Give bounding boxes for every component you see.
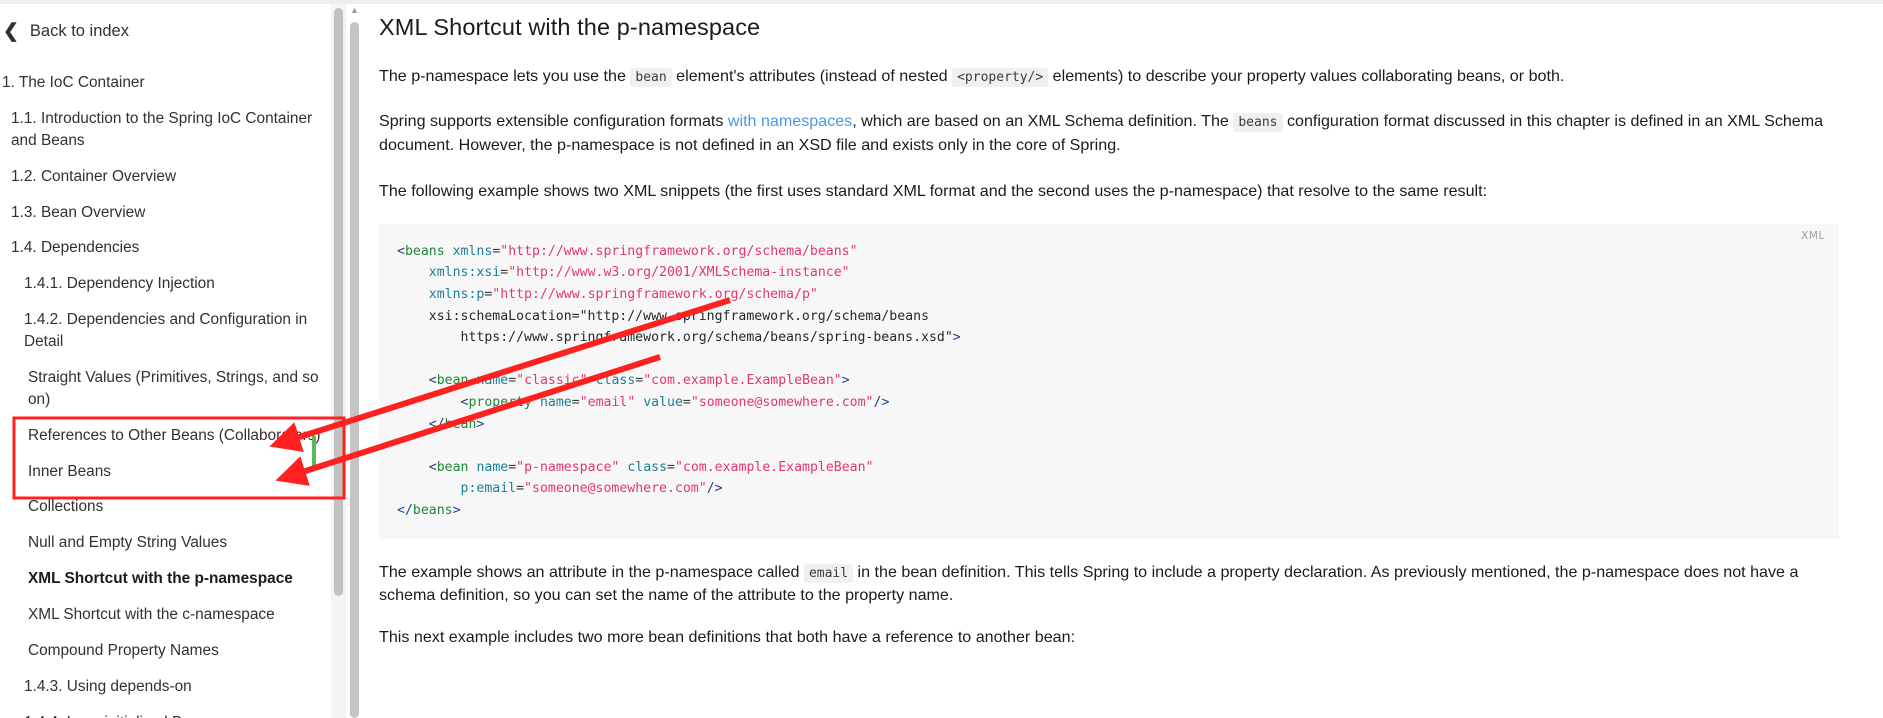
table-of-contents: 1. The IoC Container 1.1. Introduction t… xyxy=(0,65,346,718)
sidebar-scrollbar-thumb[interactable] xyxy=(334,8,343,596)
sidebar-item-dependencies-and-configuration[interactable]: 1.4.2. Dependencies and Configuration in… xyxy=(0,302,346,360)
inline-code-bean: bean xyxy=(630,68,671,87)
inline-code-email: email xyxy=(804,564,853,583)
sidebar-item-compound-property-names[interactable]: Compound Property Names xyxy=(0,633,346,669)
paragraph-namespaces: Spring supports extensible configuration… xyxy=(379,110,1859,158)
sidebar-item-collections[interactable]: Collections xyxy=(0,489,346,525)
sidebar-item-dependency-injection[interactable]: 1.4.1. Dependency Injection xyxy=(0,266,346,302)
para1-text-2: element's attributes (instead of nested xyxy=(672,67,952,85)
main-content: ▲ XML Shortcut with the p-namespace The … xyxy=(346,0,1883,718)
content-scrollbar-track[interactable]: ▲ xyxy=(346,0,362,718)
sidebar-item-dependencies[interactable]: 1.4. Dependencies xyxy=(0,230,346,266)
page-title: XML Shortcut with the p-namespace xyxy=(379,12,1865,43)
inline-code-property: <property/> xyxy=(952,68,1048,87)
para1-text-3: elements) to describe your property valu… xyxy=(1048,67,1564,85)
para1-text-1: The p-namespace lets you use the xyxy=(379,67,630,85)
sidebar-item-ioc-container[interactable]: 1. The IoC Container xyxy=(0,65,346,101)
with-namespaces-link[interactable]: with namespaces xyxy=(728,112,852,130)
sidebar-item-lazy-initialized-beans[interactable]: 1.4.4. Lazy-initialized Beans xyxy=(0,705,346,718)
paragraph-intro: The p-namespace lets you use the bean el… xyxy=(379,65,1859,89)
sidebar-item-xml-shortcut-p-namespace[interactable]: XML Shortcut with the p-namespace xyxy=(0,561,346,597)
code-content[interactable]: <beans xmlns="http://www.springframework… xyxy=(397,241,1817,522)
para2-text-1: Spring supports extensible configuration… xyxy=(379,112,728,130)
documentation-page: ❮ Back to index 1. The IoC Container 1.1… xyxy=(0,0,1883,718)
scroll-up-arrow-icon[interactable]: ▲ xyxy=(350,6,359,15)
content-scrollbar-thumb[interactable] xyxy=(350,22,359,718)
code-block-xml: XML <beans xmlns="http://www.springframe… xyxy=(379,224,1839,539)
paragraph-example-explanation: The example shows an attribute in the p-… xyxy=(379,561,1859,609)
para4-text-1: The example shows an attribute in the p-… xyxy=(379,563,804,581)
para2-text-2: , which are based on an XML Schema defin… xyxy=(852,112,1233,130)
paragraph-next-example: This next example includes two more bean… xyxy=(379,626,1859,650)
code-language-label: XML xyxy=(1801,230,1825,242)
sidebar-item-references-to-other-beans[interactable]: References to Other Beans (Collaborators… xyxy=(0,418,346,454)
back-to-index-link[interactable]: ❮ Back to index xyxy=(0,0,346,41)
sidebar-item-container-overview[interactable]: 1.2. Container Overview xyxy=(0,159,346,195)
back-to-index-label: Back to index xyxy=(30,22,129,41)
sidebar-item-null-and-empty-string-values[interactable]: Null and Empty String Values xyxy=(0,525,346,561)
sidebar-item-introduction[interactable]: 1.1. Introduction to the Spring IoC Cont… xyxy=(0,101,346,159)
paragraph-following-example: The following example shows two XML snip… xyxy=(379,180,1859,204)
sidebar-item-inner-beans[interactable]: Inner Beans xyxy=(0,454,346,490)
chevron-left-icon: ❮ xyxy=(3,22,19,41)
sidebar-item-xml-shortcut-c-namespace[interactable]: XML Shortcut with the c-namespace xyxy=(0,597,346,633)
sidebar-item-bean-overview[interactable]: 1.3. Bean Overview xyxy=(0,195,346,231)
inline-code-beans: beans xyxy=(1233,113,1282,132)
sidebar-navigation: ❮ Back to index 1. The IoC Container 1.1… xyxy=(0,0,346,718)
window-top-strip xyxy=(0,0,1883,4)
sidebar-item-using-depends-on[interactable]: 1.4.3. Using depends-on xyxy=(0,669,346,705)
sidebar-item-straight-values[interactable]: Straight Values (Primitives, Strings, an… xyxy=(0,360,346,418)
